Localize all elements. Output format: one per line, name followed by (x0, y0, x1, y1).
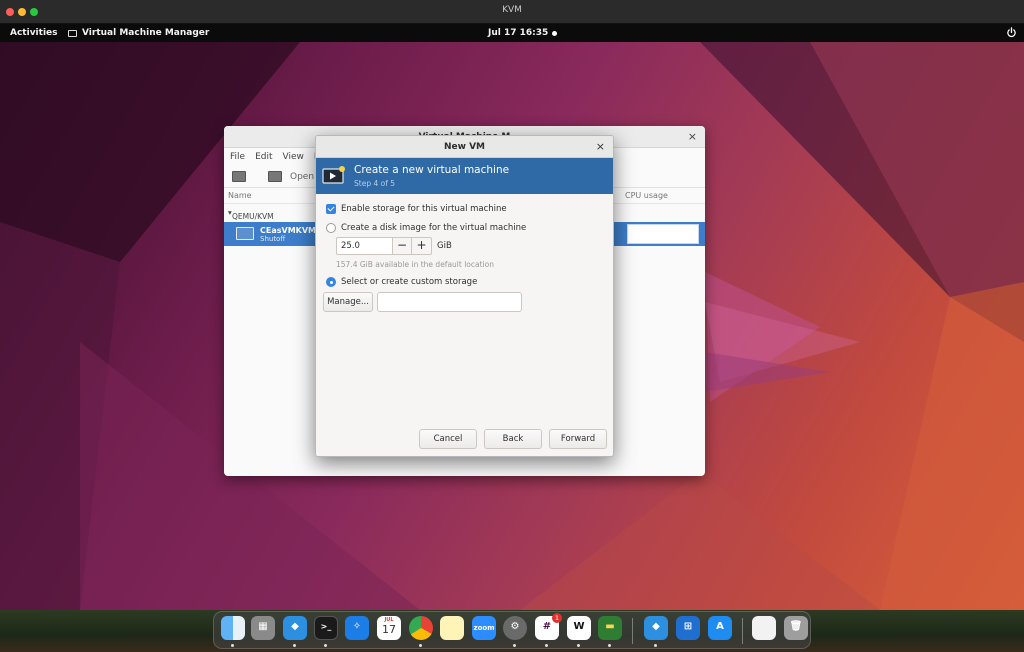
dock-running-dot (293, 644, 296, 647)
cpu-usage-graph (627, 224, 699, 244)
column-cpu-usage[interactable]: CPU usage (625, 191, 668, 200)
dock-running-dot (654, 644, 657, 647)
forward-button[interactable]: Forward (549, 429, 607, 449)
vm-status: Shutoff (260, 235, 286, 243)
create-disk-label: Create a disk image for the virtual mach… (341, 223, 527, 233)
new-vm-monitor-icon (322, 166, 345, 184)
slack-icon[interactable]: # 1 (535, 613, 562, 640)
enable-storage-option[interactable]: Enable storage for this virtual machine (326, 204, 507, 214)
increment-button[interactable]: + (412, 237, 432, 255)
disk-size-stepper: 25.0 − + GiB (336, 237, 452, 255)
power-icon[interactable] (1006, 27, 1017, 38)
docker-icon[interactable]: ◆ (283, 616, 307, 640)
calendar-day: 17 (382, 623, 396, 636)
vm-name: CEasVMKVM (260, 226, 316, 235)
dock-separator (632, 618, 633, 644)
column-name[interactable]: Name (228, 191, 252, 200)
app-menu[interactable]: Virtual Machine Manager (68, 28, 209, 38)
docker-app-icon[interactable]: ◆ (644, 616, 668, 640)
dock-running-dot (513, 644, 516, 647)
open-button-label[interactable]: Open (290, 172, 314, 182)
custom-storage-label: Select or create custom storage (341, 277, 478, 287)
documents-folder-icon[interactable] (752, 616, 776, 640)
app-store-icon[interactable]: A (708, 616, 732, 640)
chat-icon[interactable]: ▬ (598, 616, 622, 640)
dock-running-dot (324, 644, 327, 647)
cancel-button[interactable]: Cancel (419, 429, 477, 449)
dock-running-dot (545, 644, 548, 647)
open-console-icon[interactable] (268, 171, 282, 182)
clock[interactable]: Jul 17 16:35 (488, 28, 548, 38)
wizard-title: Create a new virtual machine (354, 164, 510, 176)
manage-button[interactable]: Manage... (323, 292, 373, 312)
windows-app-icon[interactable]: ⊞ (676, 616, 700, 640)
enable-storage-label: Enable storage for this virtual machine (341, 204, 507, 214)
disk-size-input[interactable]: 25.0 (336, 237, 392, 255)
new-vm-icon[interactable] (232, 171, 246, 182)
enable-storage-checkbox[interactable] (326, 204, 336, 214)
dock-running-dot (419, 644, 422, 647)
back-button[interactable]: Back (484, 429, 542, 449)
dialog-titlebar: New VM × (316, 136, 613, 158)
new-vm-dialog: New VM × Create a new virtual machine St… (315, 135, 614, 457)
dialog-close-icon[interactable]: × (596, 140, 605, 153)
trash-icon[interactable]: 🗑 (784, 616, 808, 640)
dialog-body: Enable storage for this virtual machine … (316, 194, 613, 456)
monitor-icon (236, 227, 254, 240)
gnome-top-bar: Activities Virtual Machine Manager Jul 1… (0, 24, 1024, 42)
dock: ▦ ◆ >_ ✧ JUL 17 zoom ⚙ # 1 W ▬ ◆ ⊞ A 🗑 (213, 611, 811, 649)
connection-name: QEMU/KVM (232, 212, 274, 221)
zoom-label: zoom (473, 624, 495, 632)
host-window-title: KVM (502, 5, 522, 15)
notes-icon[interactable] (440, 616, 464, 640)
menu-file[interactable]: File (230, 152, 245, 162)
dock-separator (742, 618, 743, 644)
launchpad-icon[interactable]: ▦ (251, 616, 275, 640)
wireframe-app-icon[interactable]: W (567, 616, 591, 640)
chrome-icon[interactable] (409, 616, 433, 640)
settings-gear-icon[interactable]: ⚙ (503, 616, 527, 640)
create-disk-radio[interactable] (326, 223, 336, 233)
finder-icon[interactable] (221, 616, 245, 640)
decrement-button[interactable]: − (392, 237, 412, 255)
menu-view[interactable]: View (283, 152, 304, 162)
host-titlebar: KVM (0, 0, 1024, 24)
custom-storage-option[interactable]: Select or create custom storage (326, 277, 477, 287)
terminal-icon[interactable]: >_ (314, 616, 338, 640)
available-space-note: 157.4 GiB available in the default locat… (336, 260, 494, 269)
disk-size-unit: GiB (437, 241, 452, 251)
wizard-header: Create a new virtual machine Step 4 of 5 (316, 158, 613, 194)
create-disk-option[interactable]: Create a disk image for the virtual mach… (326, 223, 526, 233)
custom-storage-radio[interactable] (326, 277, 336, 287)
app-menu-label: Virtual Machine Manager (82, 28, 210, 38)
dialog-title: New VM (443, 142, 485, 152)
zoom-icon[interactable]: zoom (472, 616, 496, 640)
dock-running-dot (231, 644, 234, 647)
storage-path-input[interactable] (377, 292, 522, 312)
connection-label: ▾ QEMU/KVM (228, 208, 274, 221)
slack-badge: 1 (552, 613, 562, 623)
dock-running-dot (608, 644, 611, 647)
activities-button[interactable]: Activities (10, 28, 58, 38)
safari-icon[interactable]: ✧ (345, 616, 369, 640)
menu-edit[interactable]: Edit (255, 152, 272, 162)
wizard-step: Step 4 of 5 (354, 179, 396, 188)
vmm-app-icon (68, 29, 77, 37)
calendar-icon[interactable]: JUL 17 (377, 616, 401, 640)
dock-running-dot (577, 644, 580, 647)
notification-dot-icon (552, 31, 557, 36)
vmm-close-icon[interactable]: × (688, 130, 697, 143)
